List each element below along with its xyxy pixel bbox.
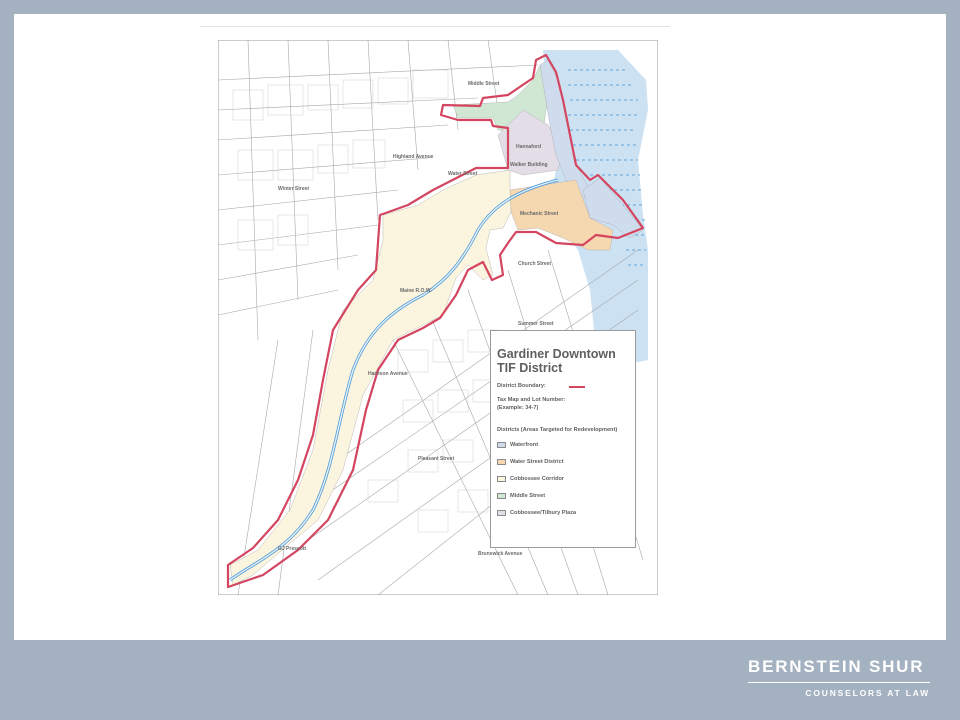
legend-item-middle-street: Middle Street (510, 493, 546, 499)
legend-item-tilbury-plaza: Cobbossee/Tilbury Plaza (510, 510, 577, 516)
legend-taxmap-label: Tax Map and Lot Number: (497, 397, 566, 403)
label-hannaford: Hannaford (516, 144, 541, 150)
map-legend: Gardiner Downtown TIF District District … (490, 330, 636, 548)
label-summer: Summer Street (518, 321, 554, 327)
legend-boundary-swatch (569, 386, 585, 388)
label-church: Church Street (518, 261, 551, 267)
legend-swatch-middle-street (497, 493, 506, 499)
legend-item-waterfront: Waterfront (510, 442, 539, 448)
label-pleasant: Pleasant Street (418, 456, 454, 462)
firm-name: BERNSTEIN SHUR (748, 657, 925, 676)
label-prescott: GJ Prescott (278, 546, 306, 552)
label-walker-building: Walker Building (510, 162, 548, 168)
label-water-street: Water Street (448, 171, 478, 177)
firm-tagline: COUNSELORS AT LAW (805, 688, 930, 698)
logo-divider (748, 682, 930, 683)
label-winter: Winter Street (278, 186, 309, 192)
firm-logo: BERNSTEIN SHUR COUNSELORS AT LAW (748, 655, 930, 705)
label-brunswick: Brunswick Avenue (478, 551, 523, 557)
legend-swatch-water-street (497, 459, 506, 465)
legend-item-cobbossee-corridor: Cobbossee Corridor (510, 476, 565, 482)
legend-taxmap-example: (Example: 34-7) (497, 405, 539, 411)
legend-title-line2: TIF District (497, 361, 563, 375)
label-middle-street: Middle Street (468, 81, 500, 87)
legend-title: Gardiner Downtown TIF District (497, 347, 633, 375)
legend-swatch-waterfront (497, 442, 506, 448)
header-rule (200, 26, 670, 27)
label-harrison: Harrison Avenue (368, 371, 408, 377)
legend-boundary-label: District Boundary: (497, 383, 546, 389)
legend-item-water-street: Water Street District (510, 459, 564, 465)
label-highland: Highland Avenue (393, 154, 434, 160)
label-row: Maine R.O.W. (400, 288, 432, 294)
label-mechanic-street: Mechanic Street (520, 211, 559, 217)
legend-swatch-cobbossee-corridor (497, 476, 506, 482)
legend-districts-heading: Districts (Areas Targeted for Redevelopm… (497, 427, 618, 433)
legend-swatch-tilbury-plaza (497, 510, 506, 516)
legend-title-line1: Gardiner Downtown (497, 347, 616, 361)
